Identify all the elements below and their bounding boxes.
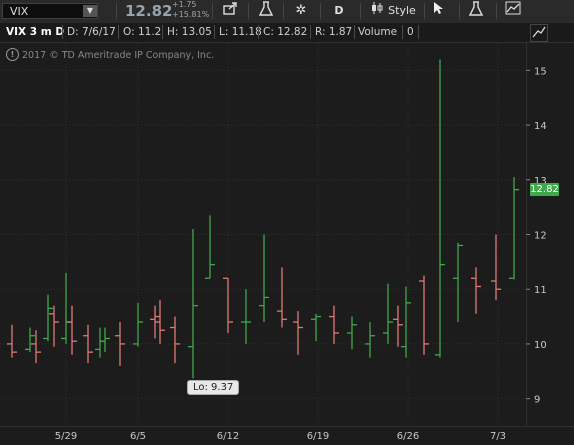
share-icon[interactable] [220, 1, 242, 21]
x-tick-label: 6/19 [307, 431, 329, 442]
last-price-flag: 12.82 [530, 182, 559, 196]
x-tick-label: 6/5 [130, 431, 146, 442]
ohlc-bar [435, 59, 445, 358]
y-tick-label: 9 [534, 395, 540, 406]
ohlc-bar [100, 327, 110, 353]
ohlc-bar [365, 322, 375, 358]
y-tick-label: 15 [534, 66, 547, 77]
ohlc-bar [61, 272, 71, 344]
toolbar-separator [212, 3, 213, 19]
ohlc-bar [471, 267, 481, 314]
chart-title: VIX 3 m D [6, 26, 65, 38]
ohlc-bar [453, 242, 463, 323]
chevron-down-icon[interactable]: ▼ [83, 5, 97, 17]
cursor-arrow-icon[interactable] [430, 1, 448, 21]
y-tick-label: 11 [534, 285, 547, 296]
info-separator [258, 25, 259, 39]
copyright-text: 2017 © TD Ameritrade IP Company, Inc. [22, 50, 215, 61]
toolbar-separator [283, 3, 284, 19]
candlestick-icon[interactable] [368, 1, 386, 21]
ohlc-bar [49, 305, 59, 347]
y-tick-label: 14 [534, 121, 547, 132]
symbol-selector[interactable]: VIX ▼ [2, 3, 98, 19]
ohlc-bar [383, 283, 393, 344]
x-tick-label: 5/29 [55, 431, 77, 442]
info-separator [62, 25, 63, 39]
info-volume-label: Volume [358, 26, 398, 38]
x-tick-label: 6/12 [217, 431, 239, 442]
time-axis[interactable]: 5/29 6/5 6/12 6/19 6/26 7/3 [0, 426, 574, 445]
info-separator [354, 25, 355, 39]
ohlc-bar [43, 294, 53, 342]
ohlc-bar [170, 316, 180, 364]
ohlc-bar [393, 305, 403, 347]
info-separator [118, 25, 119, 39]
drawing-toggle-icon[interactable] [530, 24, 548, 42]
change-absolute: +1.75 [172, 0, 197, 9]
ohlc-bar [115, 322, 125, 366]
last-price: 12.82 [125, 2, 173, 20]
info-separator [402, 25, 403, 39]
info-separator [214, 25, 215, 39]
ohlc-bar [133, 302, 143, 347]
ohlc-bar [67, 305, 77, 355]
ohlc-bar [347, 316, 357, 350]
ohlc-bar [25, 327, 35, 353]
price-chart[interactable] [0, 43, 526, 426]
style-button[interactable]: Style [387, 1, 417, 21]
info-volume-value: 0 [407, 26, 414, 38]
ohlc-bar [401, 286, 411, 358]
toolbar-separator [496, 3, 497, 19]
price-axis[interactable]: 9101112131415 [526, 43, 574, 426]
change-percent: +15.81% [172, 10, 210, 19]
ohlc-bar [293, 311, 303, 355]
flask-icon[interactable] [255, 1, 277, 21]
toolbar-separator [116, 3, 117, 19]
ohlc-bar [329, 305, 339, 344]
ohlc-bar [150, 305, 160, 339]
ohlc-bar [277, 267, 287, 328]
ohlc-bar [223, 277, 233, 333]
ohlc-bar [241, 289, 251, 344]
x-tick-label: 6/26 [397, 431, 419, 442]
x-tick-label: 7/3 [490, 431, 506, 442]
ohlc-bar [259, 234, 269, 323]
info-icon[interactable]: ! [6, 48, 19, 61]
symbol-text: VIX [10, 5, 29, 18]
ohlc-bar [311, 313, 321, 342]
ohlc-bar [509, 177, 519, 280]
info-separator [162, 25, 163, 39]
info-low: L: 11.18 [219, 26, 262, 38]
info-date: D: 7/6/17 [67, 26, 116, 38]
info-open: O: 11.2 [123, 26, 162, 38]
toolbar: VIX ▼ 12.82 +1.75 +15.81% ✲ D Style [0, 0, 574, 24]
ohlc-bar [491, 234, 501, 301]
flask-icon[interactable] [465, 1, 487, 21]
info-high: H: 13.05 [167, 26, 212, 38]
low-label: Lo: 9.37 [187, 380, 240, 396]
info-range: R: 1.87 [315, 26, 353, 38]
info-separator [310, 25, 311, 39]
y-tick-label: 12 [534, 231, 547, 242]
aggregation-button[interactable]: D [328, 1, 350, 21]
info-close: C: 12.82 [263, 26, 308, 38]
ohlc-bar [188, 229, 198, 379]
toolbar-separator [424, 3, 425, 19]
toolbar-separator [360, 3, 361, 19]
gear-icon[interactable]: ✲ [290, 1, 312, 21]
drawings-icon[interactable] [502, 1, 524, 21]
ohlc-bar [7, 324, 17, 358]
toolbar-separator [459, 3, 460, 19]
chart-info-bar: VIX 3 m D D: 7/6/17 O: 11.2 H: 13.05 L: … [0, 23, 574, 43]
y-tick-label: 10 [534, 340, 547, 351]
ohlc-bar [419, 275, 429, 355]
toolbar-separator [248, 3, 249, 19]
ohlc-bar [205, 215, 215, 279]
info-separator [418, 25, 419, 39]
ohlc-bar [95, 327, 105, 358]
toolbar-separator [320, 3, 321, 19]
